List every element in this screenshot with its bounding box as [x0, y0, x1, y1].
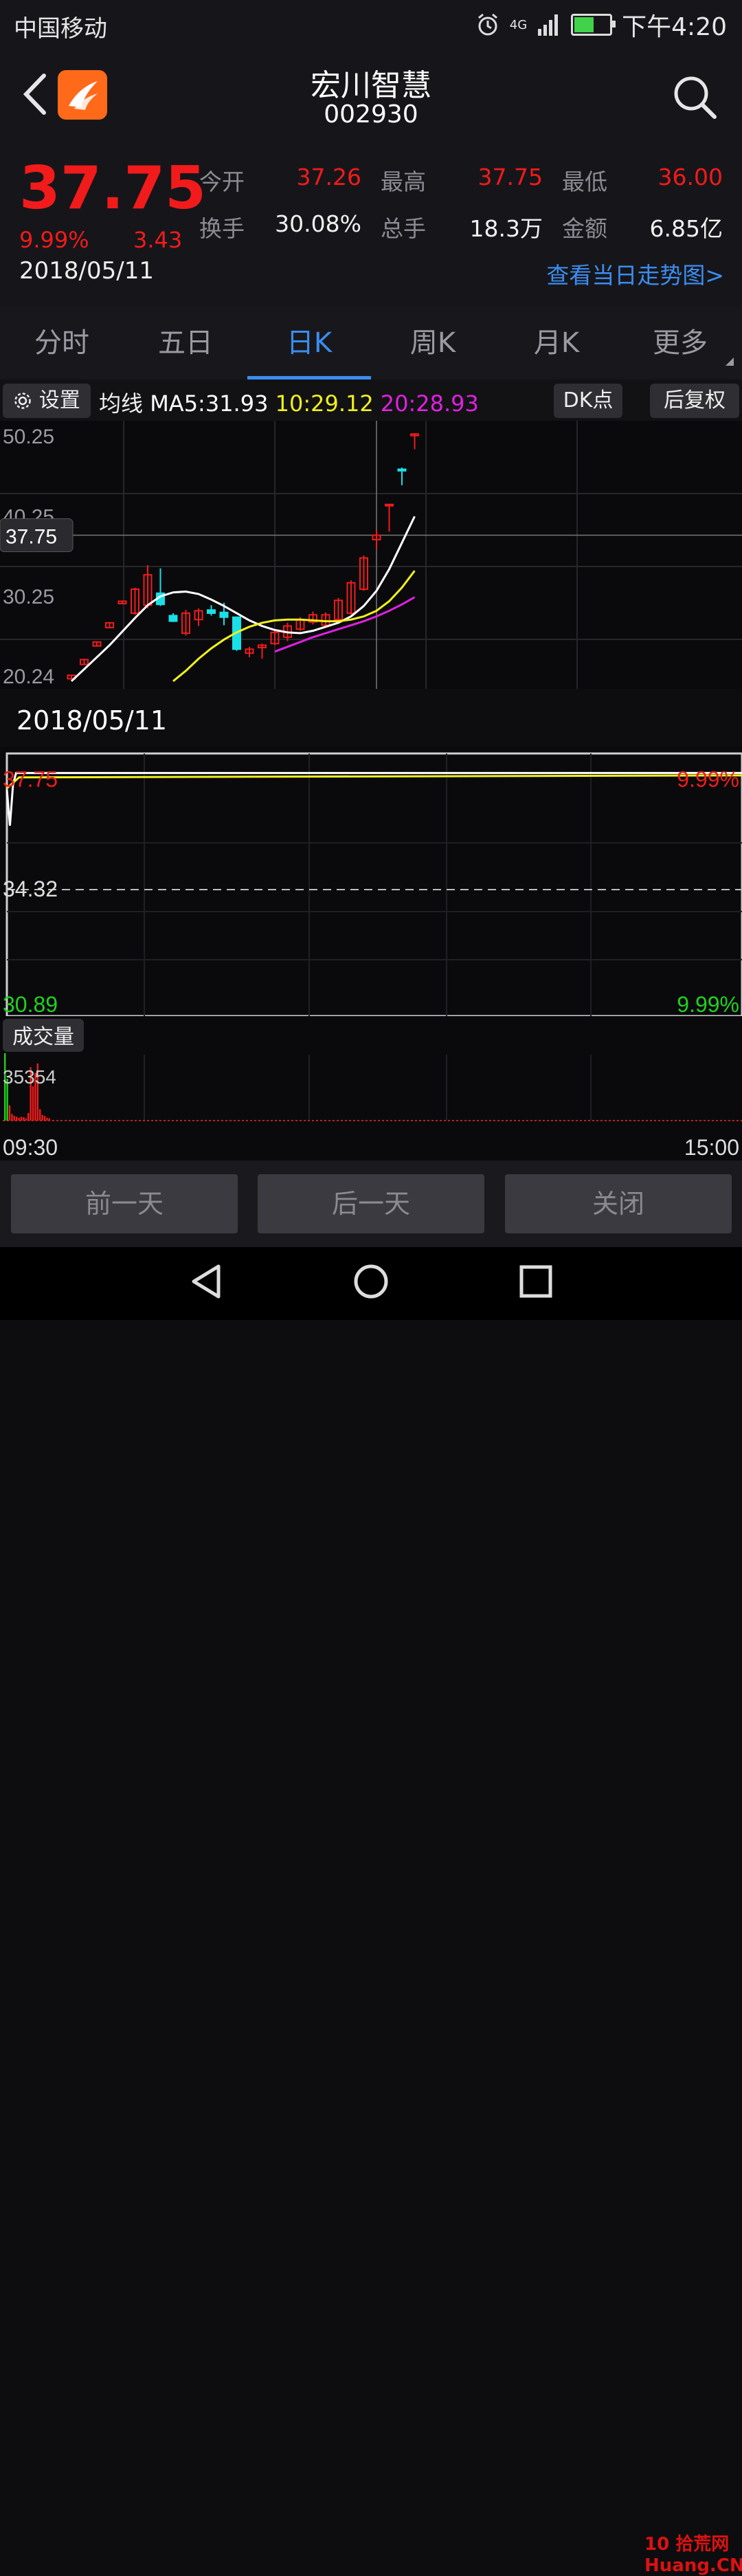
x-tick-label: 09:30 — [3, 1135, 58, 1160]
current-price: 37.75 — [19, 154, 207, 223]
amount-label: 金额 — [562, 215, 607, 242]
volume-bar — [13, 1116, 15, 1121]
candle-body — [219, 611, 229, 618]
price-tag-label: 37.75 — [5, 525, 57, 548]
volume-bar — [23, 1117, 25, 1121]
high-label: 最高 — [381, 168, 426, 195]
candle-body — [385, 503, 394, 507]
corner-triangle-icon — [726, 357, 734, 366]
volume-bar — [48, 1118, 50, 1121]
volume-bar — [16, 1116, 18, 1121]
nav-recents-icon[interactable] — [518, 1264, 554, 1299]
gear-icon — [14, 393, 31, 409]
turnover-value: 30.08% — [275, 210, 361, 237]
tab-monthly-k[interactable]: 月K — [495, 307, 618, 379]
low-label: 最低 — [562, 168, 607, 195]
adjust-button[interactable]: 后复权 — [650, 384, 739, 418]
ma-toolbar: 设置 均线 MA5:31.93 10:29.12 20:28.93 DK点 后复权 — [0, 379, 742, 421]
y-tick-label: 37.75 — [3, 767, 58, 791]
change-percent: 9.99% — [19, 227, 89, 253]
ma20-value: 20:28.93 — [380, 390, 479, 417]
clock: 下午4:20 — [622, 13, 727, 41]
volume-background — [0, 1016, 742, 1160]
volume-bar — [32, 1086, 34, 1121]
settings-label: 设置 — [38, 388, 80, 412]
tab-more[interactable]: 更多 — [618, 307, 742, 379]
view-intraday-link[interactable]: 查看当日走势图> — [546, 257, 724, 290]
volume-bar — [25, 1118, 27, 1121]
alarm-icon — [477, 13, 497, 36]
tab-weekly-k[interactable]: 周K — [371, 307, 495, 379]
candle-body — [168, 615, 178, 622]
network-type: 4G — [509, 17, 528, 32]
nav-back-icon[interactable] — [188, 1262, 224, 1301]
intraday-date: 2018/05/11 — [16, 705, 168, 736]
high-value: 37.75 — [477, 164, 543, 190]
candle-body — [397, 468, 407, 472]
search-icon[interactable] — [672, 74, 717, 120]
intraday-background — [0, 747, 742, 1016]
battery-icon — [571, 14, 616, 36]
status-bar: 中国移动 4G 下午4:20 — [0, 0, 742, 49]
amount-value: 6.85亿 — [649, 215, 723, 242]
y-tick-label: 30.25 — [3, 586, 54, 608]
ma10-value: 10:29.12 — [275, 390, 374, 417]
settings-button[interactable]: 设置 — [3, 384, 91, 418]
volume-label: 总手 — [381, 215, 426, 242]
y-tick-label: 20.24 — [3, 665, 54, 688]
ma-values: 均线 MA5:31.93 10:29.12 20:28.93 — [99, 386, 479, 418]
volume-max-label: 35354 — [3, 1066, 56, 1088]
y-tick-label: 30.89 — [3, 992, 58, 1016]
tab-intraday[interactable]: 分时 — [0, 307, 124, 379]
ma-label: 均线 — [99, 390, 144, 417]
bottom-bar: 前一天 后一天 关闭 — [0, 1160, 742, 1247]
y-tick-label: 50.25 — [3, 426, 54, 448]
open-value: 37.26 — [296, 164, 361, 190]
carrier-name: 中国移动 — [14, 15, 107, 43]
stock-code: 002930 — [324, 100, 418, 129]
open-label: 今开 — [199, 168, 245, 195]
system-nav-bar: 10 拾荒网 Huang.CN — [0, 1247, 742, 2576]
quote-panel: 37.75 9.99% 3.43 2018/05/11 今开 37.26 最高 … — [0, 139, 742, 307]
volume-bar — [39, 1109, 41, 1121]
candle-body — [207, 609, 216, 614]
volume-bar — [27, 1112, 30, 1121]
app-header: 宏川智慧 002930 — [0, 49, 742, 139]
pct-tick-label: 9.99% — [677, 767, 739, 791]
next-day-button[interactable]: 后一天 — [258, 1174, 484, 1233]
tab-more-label: 更多 — [653, 327, 708, 359]
tab-five-day[interactable]: 五日 — [124, 307, 247, 379]
ma5-value: MA5:31.93 — [150, 390, 269, 417]
volume-bar — [41, 1114, 43, 1121]
intraday-chart[interactable]: 37.75 34.32 30.89 9.99% 9.99% — [0, 747, 742, 1016]
watermark-logo: 10 拾荒网 Huang.CN — [644, 2534, 742, 2576]
x-tick-label: 15:00 — [684, 1135, 739, 1160]
y-tick-label: 34.32 — [3, 877, 58, 901]
turnover-label: 换手 — [199, 215, 245, 242]
low-value: 36.00 — [657, 164, 723, 190]
pct-tick-label: 9.99% — [677, 992, 739, 1016]
tab-daily-k[interactable]: 日K — [247, 307, 371, 379]
volume-value: 18.3万 — [469, 215, 543, 242]
volume-bar — [18, 1117, 20, 1121]
volume-bar — [43, 1116, 46, 1121]
volume-chart[interactable]: 成交量 35354 09:30 15:00 — [0, 1016, 742, 1160]
close-button[interactable]: 关闭 — [505, 1174, 732, 1233]
kline-chart[interactable]: 50.2540.2530.2520.2437.75 — [0, 421, 742, 689]
quote-date: 2018/05/11 — [19, 257, 154, 285]
volume-bar — [46, 1117, 48, 1121]
stock-name: 宏川智慧 — [311, 68, 431, 103]
volume-bar — [20, 1116, 23, 1121]
volume-label: 成交量 — [12, 1026, 74, 1048]
status-icons: 4G 下午4:20 — [475, 8, 727, 41]
dk-point-button[interactable]: DK点 — [554, 384, 622, 418]
prev-day-button[interactable]: 前一天 — [11, 1174, 238, 1233]
period-tabs: 分时 五日 日K 周K 月K 更多 — [0, 307, 742, 379]
volume-bar — [11, 1114, 13, 1121]
volume-bar — [8, 1105, 11, 1121]
kline-background — [0, 421, 742, 689]
signal-icon — [538, 14, 559, 36]
nav-home-icon[interactable] — [352, 1262, 390, 1301]
change-amount: 3.43 — [133, 227, 183, 253]
